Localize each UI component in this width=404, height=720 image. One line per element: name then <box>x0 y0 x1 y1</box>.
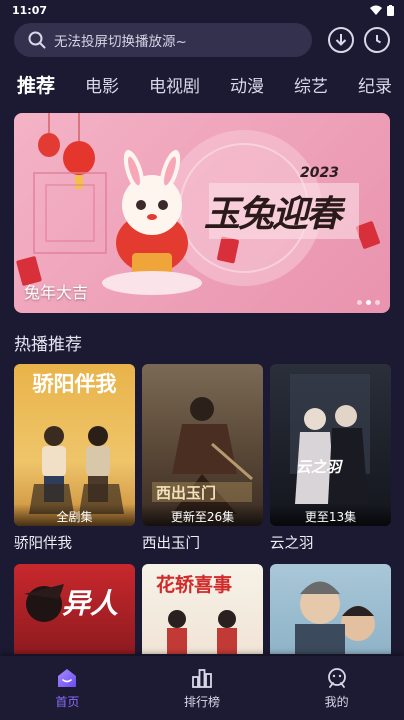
nav-profile[interactable]: 我的 <box>297 666 377 710</box>
home-icon <box>58 669 77 687</box>
history-button[interactable] <box>364 27 390 53</box>
nav-home[interactable]: 首页 <box>27 666 107 710</box>
search-input[interactable]: 无法投屏切换播放源~ <box>14 23 312 57</box>
tab-variety[interactable]: 综艺 <box>279 72 343 97</box>
carousel-dot[interactable] <box>366 300 371 305</box>
video-card[interactable]: 异人 <box>14 564 135 654</box>
status-icons <box>370 4 394 16</box>
ranking-icon <box>192 669 212 688</box>
category-tabs: 推荐 电影 电视剧 动漫 综艺 纪录 <box>0 64 404 104</box>
banner-caption: 兔年大吉 <box>24 283 89 302</box>
poster-image: 云之羽 更至13集 <box>270 364 391 526</box>
carousel-dots <box>357 300 380 305</box>
battery-icon <box>387 4 394 16</box>
search-row: 无法投屏切换播放源~ <box>14 22 394 58</box>
episode-badge: 全剧集 <box>14 504 135 526</box>
poster-text: 异人 <box>62 587 119 620</box>
wifi-icon <box>370 5 382 15</box>
card-title: 骄阳伴我 <box>14 536 72 552</box>
tab-anime[interactable]: 动漫 <box>215 72 279 97</box>
profile-icon <box>327 668 346 688</box>
video-card[interactable]: 云之羽 更至13集 云之羽 <box>270 364 391 553</box>
carousel-dot[interactable] <box>375 300 380 305</box>
card-title: 云之羽 <box>270 536 314 552</box>
download-button[interactable] <box>328 27 354 53</box>
carousel-dot[interactable] <box>357 300 362 305</box>
poster-art <box>295 581 375 654</box>
tab-documentary[interactable]: 纪录 <box>343 72 404 97</box>
banner-art-year: 2023 <box>300 165 339 181</box>
status-time: 11:07 <box>12 3 48 17</box>
banner-art-title: 玉兔迎春 <box>204 193 342 235</box>
poster-art <box>290 374 370 504</box>
poster-text: 骄阳伴我 <box>32 371 117 396</box>
video-card[interactable] <box>270 564 391 654</box>
episode-badge: 更至13集 <box>270 504 391 526</box>
clock-icon <box>376 35 381 44</box>
video-card[interactable]: 西出玉门 更新至26集 西出玉门 <box>142 364 263 553</box>
search-placeholder: 无法投屏切换播放源~ <box>54 34 187 50</box>
tab-recommend[interactable]: 推荐 <box>0 71 70 98</box>
poster-text: 云之羽 <box>296 458 342 476</box>
nav-label: 排行榜 <box>183 695 220 709</box>
nav-ranking[interactable]: 排行榜 <box>162 666 242 710</box>
video-card[interactable]: 花轿喜事 <box>142 564 263 654</box>
episode-badge: 更新至26集 <box>142 504 263 526</box>
poster-image: 西出玉门 更新至26集 <box>142 364 263 526</box>
poster-text: 花轿喜事 <box>156 574 233 596</box>
card-title: 西出玉门 <box>142 536 200 552</box>
search-icon <box>28 31 46 49</box>
bottom-nav: 首页 排行榜 我的 <box>0 656 404 720</box>
tab-tv[interactable]: 电视剧 <box>134 72 215 97</box>
download-icon <box>335 34 347 46</box>
tab-movie[interactable]: 电影 <box>70 72 134 97</box>
banner-carousel[interactable]: 2023 玉兔迎春 兔年大吉 <box>14 113 390 313</box>
section-title: 热播推荐 <box>14 335 82 355</box>
nav-label: 我的 <box>324 695 349 709</box>
status-bar: 11:07 <box>0 0 404 20</box>
video-card[interactable]: 骄阳伴我 全剧集 骄阳伴我 <box>14 364 135 553</box>
nav-label: 首页 <box>55 695 80 709</box>
poster-text: 西出玉门 <box>156 484 217 502</box>
poster-image: 骄阳伴我 全剧集 <box>14 364 135 526</box>
